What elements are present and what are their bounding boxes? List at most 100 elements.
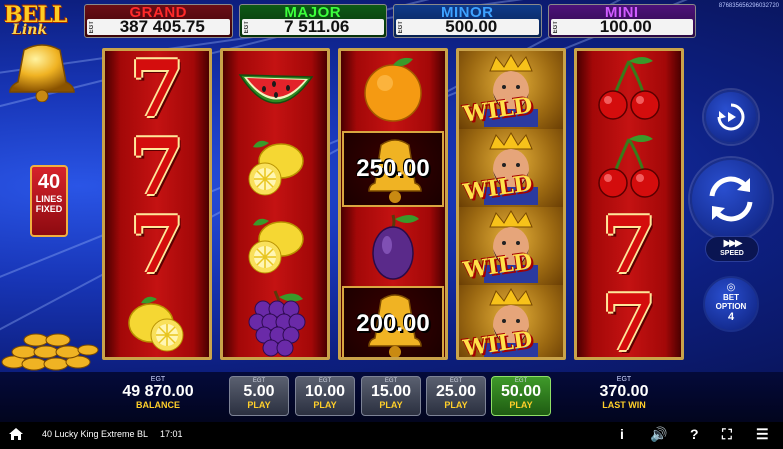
bet-button-15[interactable]: EGT 15.00 PLAY — [361, 376, 421, 416]
spin-icon — [709, 176, 753, 222]
symbol-wild-king: WILD — [459, 285, 563, 357]
symbol-grapes — [223, 285, 327, 357]
balance-label: BALANCE — [136, 400, 180, 410]
bet-button-25[interactable]: EGT 25.00 PLAY — [426, 376, 486, 416]
cherry-icon — [598, 57, 660, 120]
bet-play-label: PLAY — [509, 400, 533, 410]
bet-value: 10.00 — [304, 383, 346, 400]
ticket-id: 876835656296032720 — [718, 3, 779, 9]
lemon-icon — [128, 296, 184, 352]
plum-icon — [372, 214, 419, 280]
symbol-seven: 7 — [601, 200, 657, 291]
symbol-seven: 7 — [129, 200, 185, 291]
game-logo: BELL Link — [4, 2, 74, 42]
balance-display: EGT 49 870.00 BALANCE — [116, 376, 200, 410]
bet-value: 15.00 — [370, 383, 412, 400]
symbol-wild-king: WILD — [459, 207, 563, 285]
reel-3: 250.00 200.00 — [338, 48, 448, 360]
jackpot-grand: GRAND EGT 387 405.75 — [84, 4, 233, 38]
jackpot-major-egt: EGT — [243, 20, 250, 34]
footer-bar: 40 Lucky King Extreme BL 17:01 i 🔊 ? ⛶ ☰ — [0, 422, 783, 449]
last-win-display: EGT 370.00 LAST WIN — [584, 376, 664, 410]
symbol-orange — [341, 51, 445, 129]
bet-panel: EGT 49 870.00 BALANCE EGT 5.00 PLAY EGT … — [0, 372, 783, 422]
bet-value: 50.00 — [500, 383, 542, 400]
bet-value: 5.00 — [243, 383, 275, 400]
symbol-cherry — [577, 51, 681, 129]
spin-button[interactable] — [690, 158, 772, 240]
reel-5: 7 7 — [574, 48, 684, 360]
jackpot-major-value: 7 511.06 — [284, 17, 350, 36]
bet-play-label: PLAY — [247, 400, 271, 410]
jackpot-major: MAJOR EGT 7 511.06 — [238, 4, 387, 38]
cherry-icon — [598, 135, 660, 198]
jackpot-minor: MINOR EGT 500.00 — [393, 4, 542, 38]
sound-icon[interactable]: 🔊 — [650, 426, 667, 443]
speed-label: SPEED — [720, 250, 744, 257]
last-win-value: 370.00 — [599, 383, 649, 400]
lines-label: LINES — [35, 194, 63, 204]
orange-icon — [364, 57, 422, 122]
reel-1: 7 7 7 — [102, 48, 212, 360]
lines-fixed-label: FIXED — [35, 204, 63, 214]
reel-4: WILD WILD WILD WILD — [456, 48, 566, 360]
golden-bell-icon — [9, 44, 75, 102]
symbol-lemon — [223, 207, 327, 285]
lemon-icon — [248, 218, 304, 274]
jackpot-mini-value: 100.00 — [599, 17, 652, 36]
lines-fixed-badge: 40 LINES FIXED — [30, 165, 68, 237]
autoplay-icon — [717, 103, 745, 131]
lines-count: 40 — [37, 171, 61, 193]
bet-play-label: PLAY — [313, 400, 337, 410]
symbol-wild-king: WILD — [459, 129, 563, 207]
jackpot-mini: MINI EGT 100.00 — [547, 4, 696, 38]
menu-icon[interactable]: ☰ — [756, 426, 769, 443]
bet-button-5[interactable]: EGT 5.00 PLAY — [229, 376, 289, 416]
help-icon[interactable]: ? — [690, 426, 699, 442]
jackpot-minor-value: 500.00 — [445, 17, 498, 36]
jackpot-minor-egt: EGT — [398, 20, 404, 34]
home-icon[interactable] — [8, 426, 24, 442]
symbol-lemon — [105, 285, 209, 357]
symbol-wild-king: WILD — [459, 51, 563, 129]
bet-button-50[interactable]: EGT 50.00 PLAY — [491, 376, 551, 416]
game-name: 40 Lucky King Extreme BL — [42, 429, 149, 439]
last-win-label: LAST WIN — [602, 400, 646, 410]
jackpot-grand-egt: EGT — [89, 20, 95, 34]
bet-play-label: PLAY — [379, 400, 403, 410]
speed-button[interactable]: ▶▶▶ SPEED — [705, 236, 759, 262]
jackpot-mini-egt: EGT — [552, 20, 559, 34]
fullscreen-icon[interactable]: ⛶ — [722, 426, 732, 443]
grapes-icon — [248, 290, 306, 357]
symbol-bell-cash: 200.00 — [342, 286, 444, 357]
symbol-seven: 7 — [601, 278, 657, 360]
autoplay-button[interactable] — [704, 90, 758, 144]
bet-play-label: PLAY — [444, 400, 468, 410]
clock: 17:01 — [160, 429, 183, 439]
bet-option-button[interactable]: ◎ BET OPTION 4 — [703, 276, 759, 332]
watermelon-icon — [238, 74, 314, 104]
symbol-seven: 7 — [129, 122, 185, 213]
reel-2 — [220, 48, 330, 360]
bet-button-10[interactable]: EGT 10.00 PLAY — [295, 376, 355, 416]
balance-egt: EGT — [150, 376, 166, 383]
bell-cash-value: 200.00 — [356, 310, 430, 337]
gold-coins-decoration — [1, 333, 99, 371]
bet-option-label2: OPTION — [715, 302, 747, 311]
last-win-egt: EGT — [616, 376, 632, 383]
bet-option-value: 4 — [727, 311, 735, 323]
jackpot-bar: GRAND EGT 387 405.75 MAJOR EGT 7 511.06 … — [84, 4, 696, 38]
symbol-bell-cash: 250.00 — [342, 131, 444, 207]
bell-cash-value: 250.00 — [356, 155, 430, 182]
bet-option-label: BET — [723, 293, 739, 302]
coins-icon: ◎ — [726, 282, 736, 293]
symbol-watermelon — [223, 51, 327, 129]
balance-value: 49 870.00 — [122, 383, 194, 400]
speed-icon: ▶▶▶ — [723, 238, 742, 249]
symbol-plum — [341, 207, 445, 285]
bet-value: 25.00 — [435, 383, 477, 400]
symbol-lemon — [223, 129, 327, 207]
lemon-icon — [248, 140, 304, 196]
info-icon[interactable]: i — [620, 426, 624, 442]
symbol-cherry — [577, 129, 681, 207]
